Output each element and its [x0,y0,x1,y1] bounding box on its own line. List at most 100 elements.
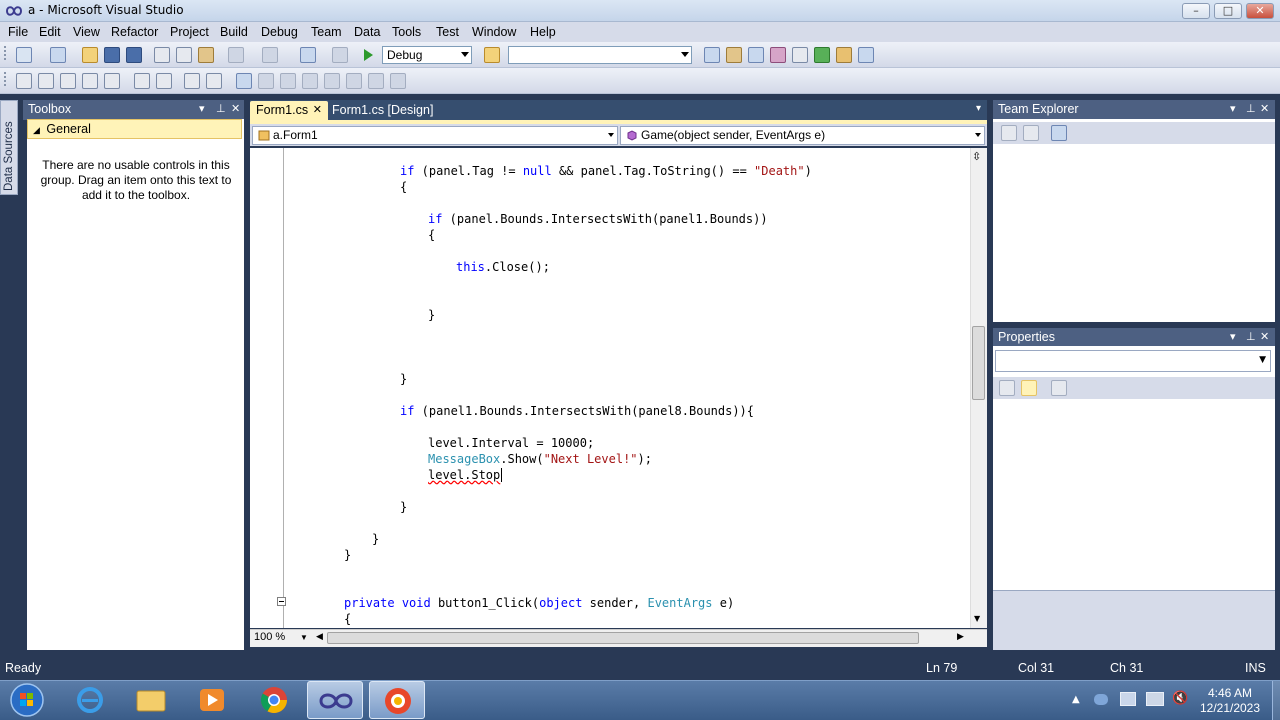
menu-refactor[interactable]: Refactor [111,25,158,39]
navigate-back-icon[interactable] [300,47,316,63]
add-item-icon[interactable] [50,47,66,63]
toolbox-group-general[interactable]: ◢ General [27,119,242,139]
solution-explorer-icon[interactable] [704,47,720,63]
minimize-button[interactable]: – [1182,3,1210,19]
network-icon[interactable] [1146,692,1164,706]
code-line[interactable]: } [372,532,379,546]
menu-file[interactable]: File [8,25,28,39]
toolbox-icon[interactable] [770,47,786,63]
vertical-scroll-thumb[interactable] [972,326,985,400]
system-clock[interactable]: 4:46 AM 12/21/2023 [1190,686,1270,716]
tab-form1-cs[interactable]: Form1.cs ✕ [250,101,328,120]
code-line[interactable]: if (panel.Tag != null && panel.Tag.ToStr… [400,164,812,178]
menu-tools[interactable]: Tools [392,25,421,39]
new-project-icon[interactable] [16,47,32,63]
app-button[interactable] [369,681,425,719]
code-line[interactable]: private void button1_Click(object sender… [344,596,734,610]
next-bookmark-document-icon[interactable] [368,73,384,89]
class-combo[interactable]: a.Form1 [252,126,618,145]
save-icon[interactable] [104,47,120,63]
bookmark-icon[interactable] [236,73,252,89]
clear-bookmarks-icon[interactable] [390,73,406,89]
prev-bookmark-folder-icon[interactable] [302,73,318,89]
tab-close-icon[interactable]: ✕ [313,103,322,116]
start-orb-icon[interactable] [4,681,50,719]
action-center-icon[interactable] [1120,692,1136,706]
file-explorer-button[interactable] [123,681,179,719]
paste-icon[interactable] [198,47,214,63]
next-bookmark-icon[interactable] [280,73,296,89]
auto-hide-pin-icon[interactable]: ⊥ [216,102,226,115]
code-line[interactable]: { [344,612,351,626]
command-window-icon[interactable] [836,47,852,63]
maximize-button[interactable]: □ [1214,3,1242,19]
stop-icon[interactable] [1023,125,1039,141]
chrome-button[interactable] [246,681,302,719]
menu-window[interactable]: Window [472,25,516,39]
start-debugging-icon[interactable] [360,47,376,63]
configuration-combo[interactable]: Debug [382,46,472,64]
code-line[interactable]: this.Close(); [456,260,550,274]
menu-data[interactable]: Data [354,25,380,39]
menu-test[interactable]: Test [436,25,459,39]
save-all-icon[interactable] [126,47,142,63]
window-position-icon[interactable]: ▾ [1230,102,1236,115]
code-line[interactable]: } [428,308,435,322]
menu-view[interactable]: View [73,25,100,39]
volume-muted-icon[interactable]: 🔇 [1172,691,1188,706]
visual-studio-button[interactable] [307,681,363,719]
menu-help[interactable]: Help [530,25,556,39]
uncomment-icon[interactable] [206,73,222,89]
show-hidden-icons-icon[interactable]: ▲ [1072,694,1080,705]
menu-build[interactable]: Build [220,25,248,39]
start-page-icon[interactable] [814,47,830,63]
menu-team[interactable]: Team [311,25,342,39]
auto-hide-pin-icon[interactable]: ⊥ [1246,330,1256,343]
auto-hide-pin-icon[interactable]: ⊥ [1246,102,1256,115]
object-selector-combo[interactable]: ▼ [995,350,1271,372]
code-line[interactable]: level.Interval = 10000; [428,436,594,450]
tray-app-icon[interactable] [1094,694,1108,705]
menu-edit[interactable]: Edit [39,25,61,39]
cut-icon[interactable] [154,47,170,63]
show-desktop-button[interactable] [1272,681,1280,720]
find-combo[interactable] [508,46,692,64]
properties-close-icon[interactable]: ✕ [1260,330,1269,343]
next-bookmark-folder-icon[interactable] [324,73,340,89]
close-button[interactable]: ✕ [1246,3,1274,19]
navigate-forward-icon[interactable] [332,47,348,63]
comment-out-icon[interactable] [184,73,200,89]
team-explorer-close-icon[interactable]: ✕ [1260,102,1269,115]
refresh-icon[interactable] [1001,125,1017,141]
code-line[interactable]: if (panel1.Bounds.IntersectsWith(panel8.… [400,404,754,418]
menu-project[interactable]: Project [170,25,209,39]
code-line-current[interactable]: level.Stop [428,468,503,482]
undo-icon[interactable] [228,47,244,63]
window-position-icon[interactable]: ▾ [1230,330,1236,343]
connect-to-server-icon[interactable] [1051,125,1067,141]
previous-bookmark-icon[interactable] [258,73,274,89]
window-layout-icon[interactable] [858,47,874,63]
toolbar-grip[interactable] [4,72,7,86]
display-word-icon[interactable] [104,73,120,89]
split-handle-icon[interactable]: ⇳ [972,150,981,163]
code-line[interactable]: { [400,180,407,194]
scroll-down-icon[interactable]: ▼ [974,614,980,623]
code-line[interactable]: } [400,372,407,386]
open-file-icon[interactable] [82,47,98,63]
complete-word-icon[interactable] [82,73,98,89]
code-line[interactable]: MessageBox.Show("Next Level!"); [428,452,652,466]
copy-icon[interactable] [176,47,192,63]
prev-bookmark-document-icon[interactable] [346,73,362,89]
zoom-combo[interactable]: 100 % ▼ [252,631,308,646]
code-line[interactable]: } [344,548,351,562]
window-position-icon[interactable]: ▾ [199,102,205,115]
decrease-indent-icon[interactable] [134,73,150,89]
code-line[interactable]: if (panel.Bounds.IntersectsWith(panel1.B… [428,212,768,226]
redo-icon[interactable] [262,47,278,63]
scroll-right-icon[interactable]: ▶ [957,632,964,642]
toolbar-grip[interactable] [4,46,7,60]
toolbox-close-icon[interactable]: ✕ [231,102,240,115]
code-line[interactable]: { [428,228,435,242]
horizontal-scroll-thumb[interactable] [327,632,919,644]
